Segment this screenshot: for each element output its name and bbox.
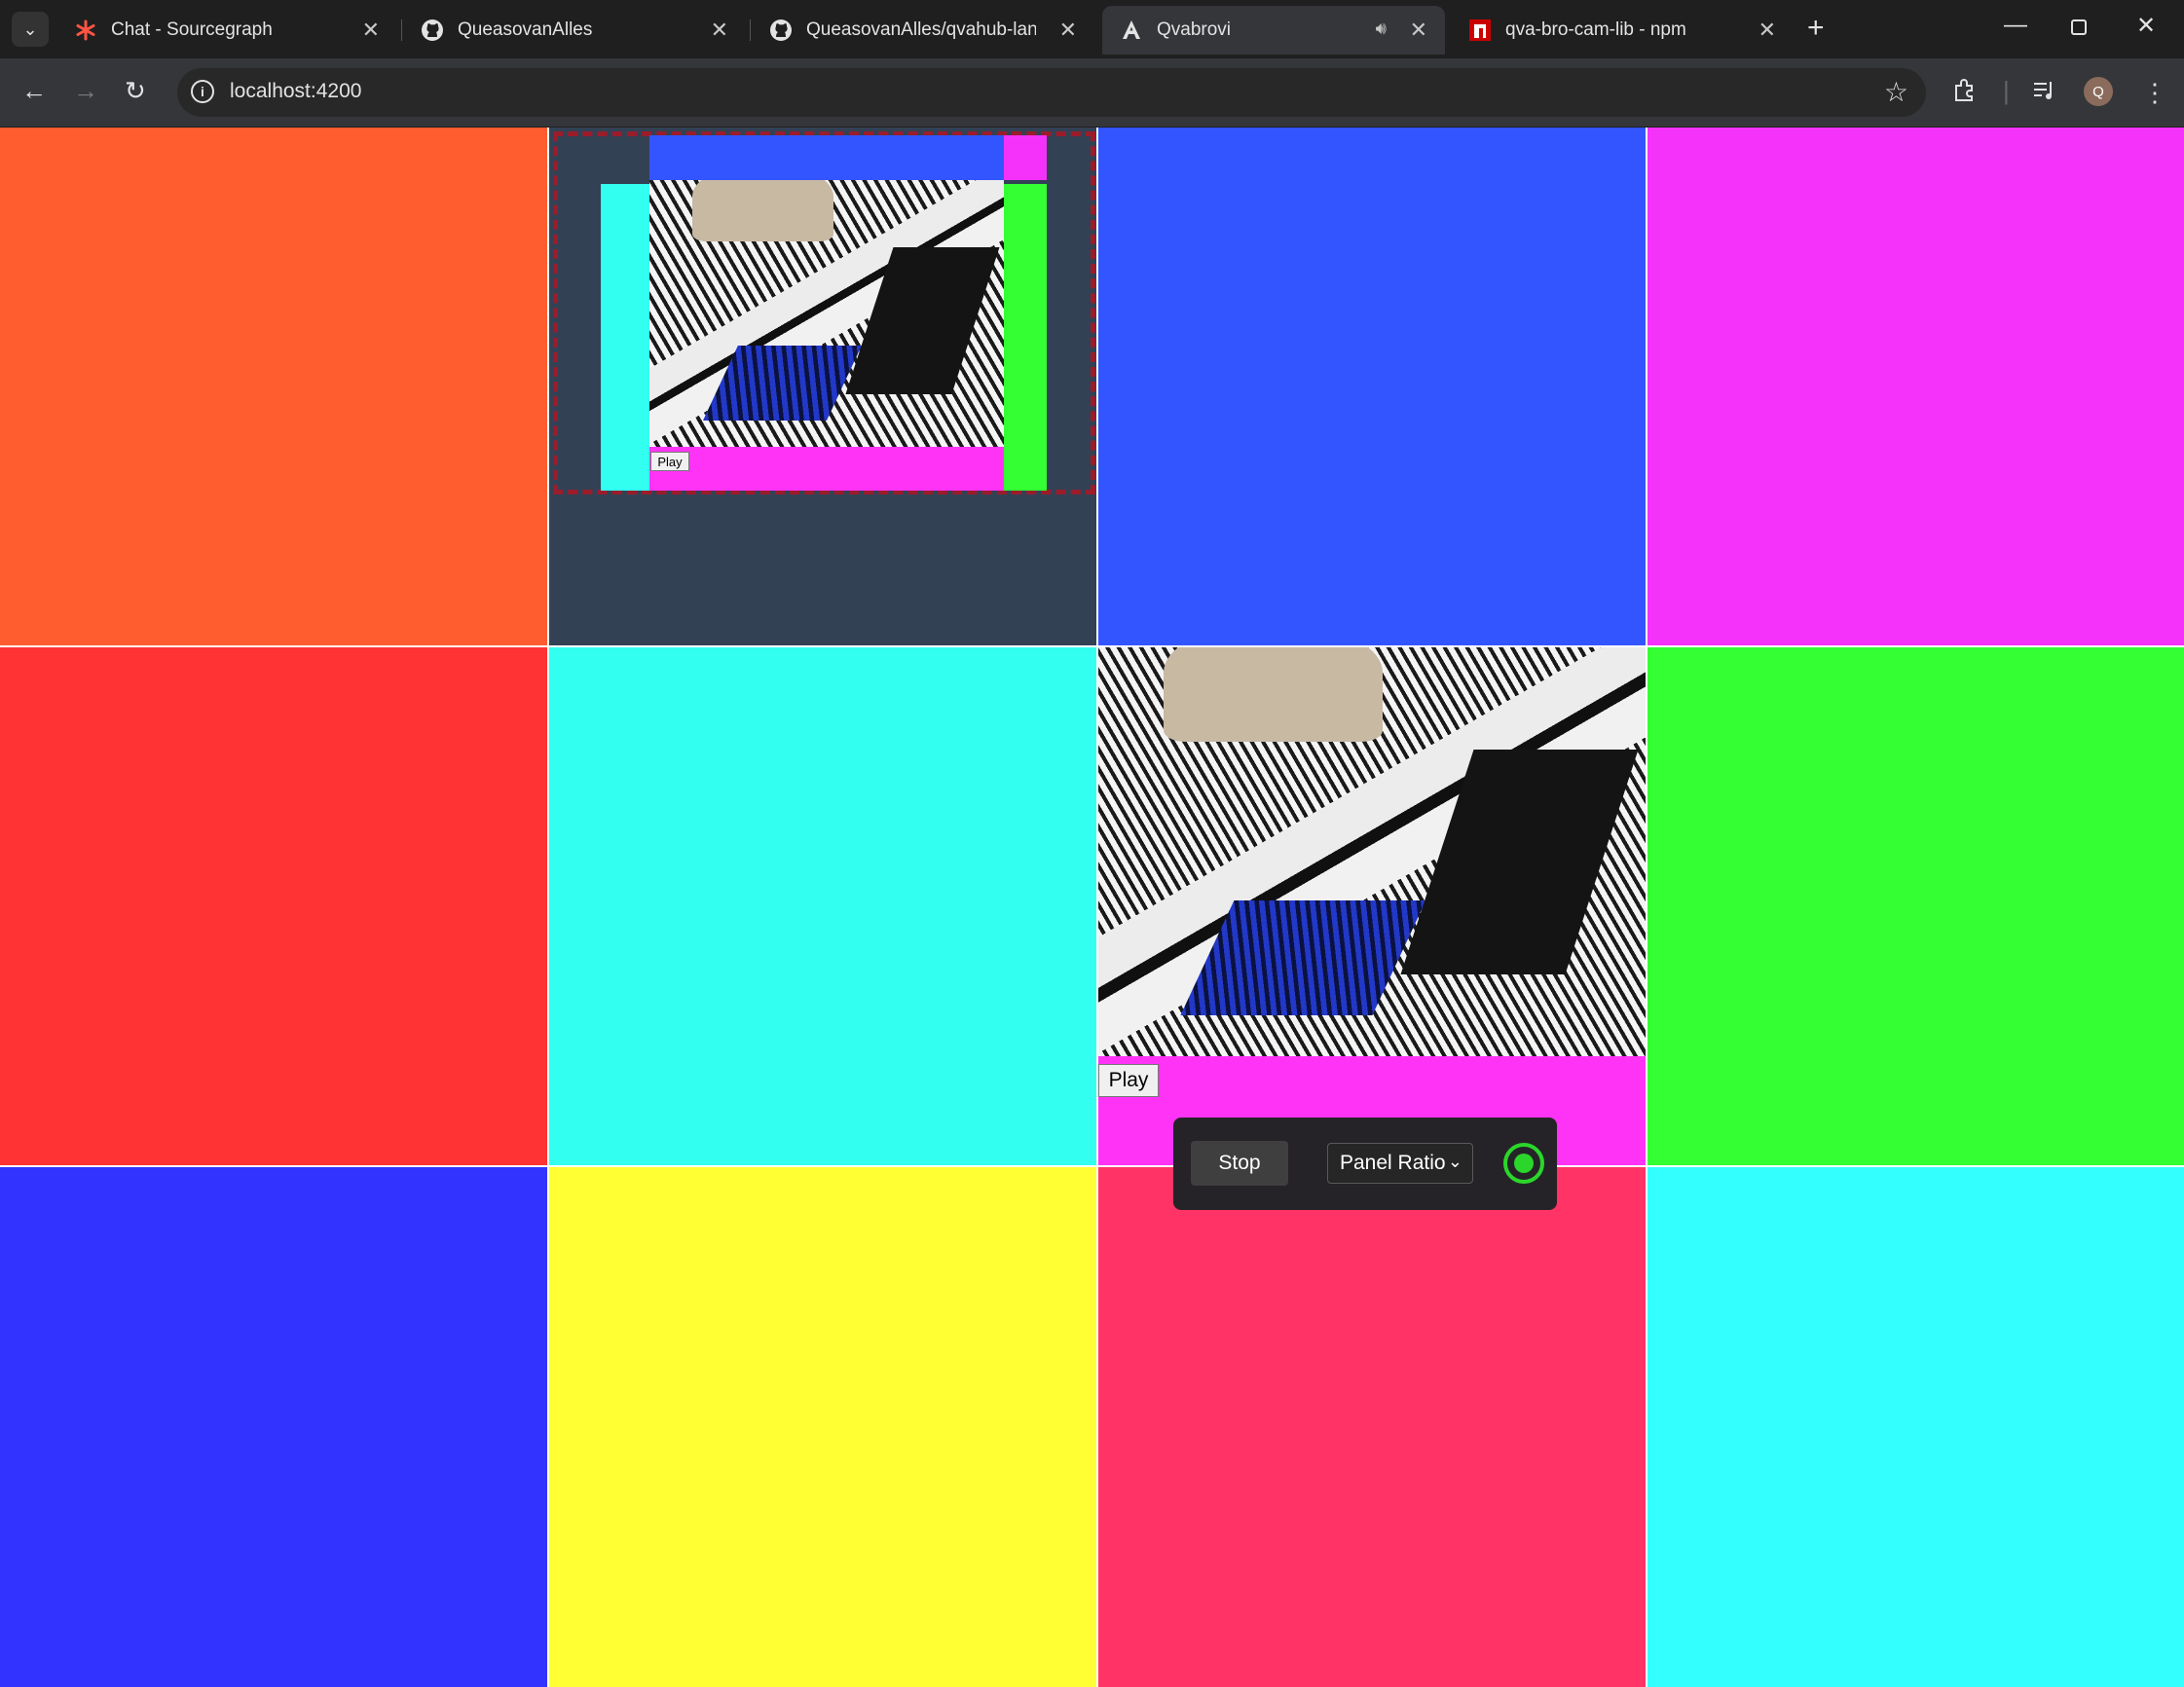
grid-panel[interactable]: [1647, 1167, 2184, 1687]
play-button[interactable]: Play: [650, 452, 689, 471]
page-viewport: Play Play: [0, 128, 2184, 1687]
close-icon[interactable]: ✕: [711, 18, 728, 43]
grid-panel[interactable]: [1098, 128, 1646, 645]
frame-left-bar: [601, 184, 649, 491]
maximize-icon[interactable]: [2070, 16, 2088, 43]
grid-panel[interactable]: [549, 1167, 1096, 1687]
github-icon: [421, 18, 444, 42]
back-arrow-icon[interactable]: ←: [21, 76, 47, 106]
grid-panel[interactable]: [0, 647, 547, 1165]
tab-label: qva-bro-cam-lib - npm: [1505, 19, 1686, 40]
tab-separator: [750, 19, 751, 41]
play-button[interactable]: Play: [1098, 1064, 1159, 1097]
grid-panel[interactable]: [549, 647, 1096, 1165]
tab-label: Qvabrovi: [1157, 19, 1232, 40]
tab-label: QueasovanAlles: [458, 19, 593, 40]
tab-strip: ⌄ Chat - Sourcegraph ✕ QueasovanAlles ✕ …: [0, 0, 2184, 58]
status-indicator: [1503, 1143, 1544, 1184]
tab-label: Chat - Sourcegraph: [111, 19, 273, 40]
chevron-down-icon: ⌄: [22, 18, 38, 39]
stop-button[interactable]: Stop: [1191, 1141, 1288, 1186]
panel-ratio-value: Panel Ratio: [1340, 1152, 1446, 1174]
browser-toolbar: ← → ↻ i localhost:4200 ☆ | Q ⋮: [0, 58, 2184, 127]
reload-icon[interactable]: ↻: [125, 76, 146, 106]
angular-icon: [1120, 18, 1143, 42]
toolbar-divider: |: [2003, 76, 2010, 105]
grid-panel[interactable]: [0, 128, 547, 645]
new-tab-plus-icon[interactable]: +: [1807, 12, 1825, 45]
forward-arrow-icon[interactable]: →: [73, 76, 98, 106]
grid-panel[interactable]: Play: [1098, 647, 1646, 1165]
frame-bottom-bar: [649, 447, 1004, 491]
grid-panel[interactable]: Play: [549, 128, 1096, 645]
grid-panel[interactable]: [1647, 128, 2184, 645]
close-icon[interactable]: ✕: [1410, 18, 1427, 43]
camera-feed-image: [649, 180, 1004, 447]
control-bar: Stop Panel Ratio ⌄: [1173, 1118, 1557, 1210]
media-controls-icon[interactable]: [2031, 78, 2056, 110]
tab-chat-sourcegraph[interactable]: Chat - Sourcegraph ✕: [56, 6, 397, 55]
frame-right-bar: [1004, 184, 1047, 491]
site-info-icon[interactable]: i: [191, 80, 214, 103]
address-bar[interactable]: i localhost:4200 ☆: [177, 68, 1926, 117]
close-icon[interactable]: ✕: [1758, 18, 1776, 43]
grid-panel[interactable]: [1647, 647, 2184, 1165]
more-menu-icon[interactable]: ⋮: [2142, 78, 2167, 108]
speaker-icon[interactable]: 🔊︎: [1376, 18, 1387, 39]
close-icon[interactable]: ✕: [362, 18, 380, 43]
tab-label: QueasovanAlles/qvahub-lan-co: [806, 19, 1036, 40]
tab-qvabrovi[interactable]: Qvabrovi 🔊︎ ✕: [1102, 6, 1445, 55]
close-icon[interactable]: ✕: [1059, 18, 1077, 43]
bookmark-star-icon[interactable]: ☆: [1884, 76, 1908, 108]
grid-panel[interactable]: [1098, 1167, 1646, 1687]
tab-search-button[interactable]: ⌄: [12, 12, 49, 47]
frame-corner-block: [1004, 135, 1047, 180]
sourcegraph-icon: [74, 18, 97, 42]
tab-npm[interactable]: qva-bro-cam-lib - npm ✕: [1451, 6, 1794, 55]
panel-ratio-select[interactable]: Panel Ratio ⌄: [1327, 1143, 1473, 1184]
tab-queasovanalles[interactable]: QueasovanAlles ✕: [403, 6, 746, 55]
tab-separator: [401, 19, 402, 41]
tab-qvahub-lan[interactable]: QueasovanAlles/qvahub-lan-co ✕: [752, 6, 1094, 55]
minimize-icon[interactable]: —: [2004, 12, 2027, 39]
url-text[interactable]: localhost:4200: [230, 80, 361, 103]
window-close-icon[interactable]: ✕: [2136, 12, 2156, 40]
profile-avatar[interactable]: Q: [2084, 77, 2113, 106]
github-icon: [769, 18, 793, 42]
grid-panel[interactable]: [0, 1167, 547, 1687]
camera-feed-image: [1098, 647, 1646, 1056]
frame-top-bar: [649, 135, 1004, 180]
npm-icon: [1468, 18, 1492, 42]
chevron-down-icon: ⌄: [1447, 1152, 1462, 1171]
extensions-icon[interactable]: [1952, 78, 1978, 110]
